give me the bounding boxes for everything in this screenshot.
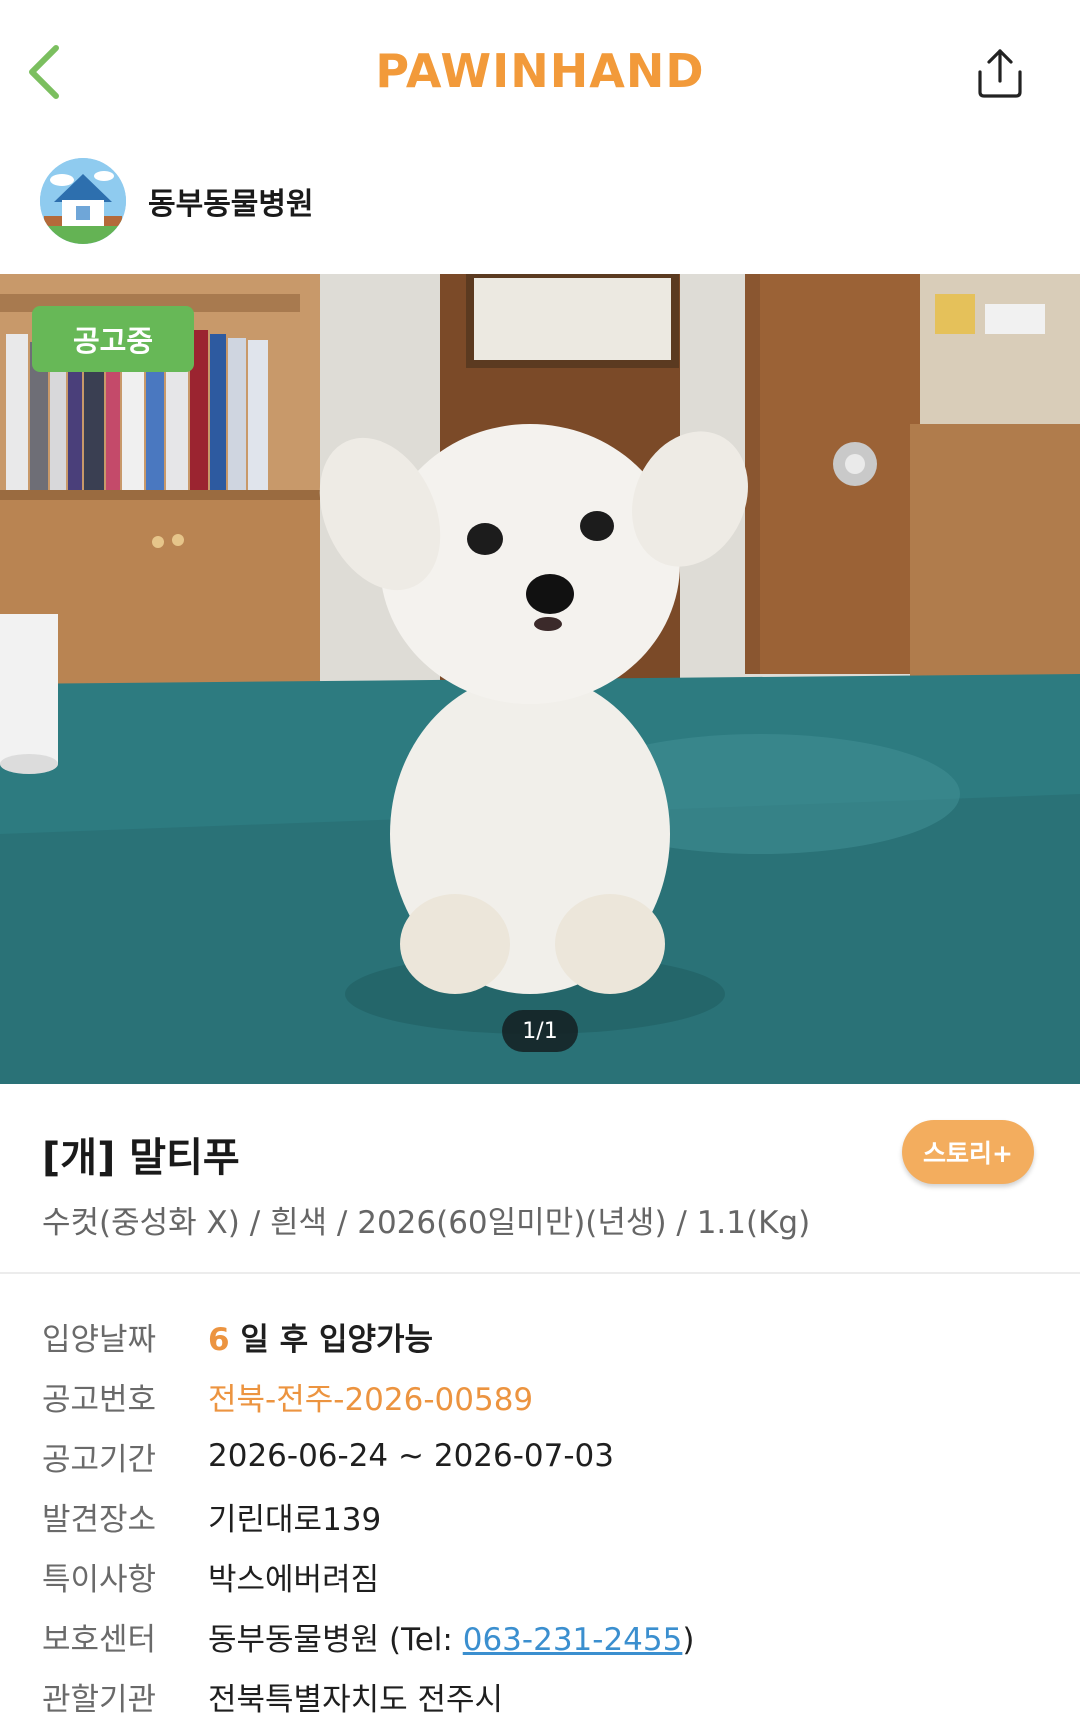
house-icon (40, 158, 126, 244)
info-row-special: 특이사항 박스에버려짐 (42, 1546, 1042, 1606)
shelter-header[interactable]: 동부동물병원 (40, 158, 314, 244)
info-row-notice-period: 공고기간 2026-06-24 ~ 2026-07-03 (42, 1426, 1042, 1486)
divider (0, 1272, 1080, 1274)
authority: 전북특별자치도 전주시 (208, 1681, 504, 1718)
info-row-found-place: 발견장소 기린대로139 (42, 1486, 1042, 1546)
status-badge: 공고중 (32, 306, 194, 372)
info-row-authority: 관할기관 전북특별자치도 전주시 (42, 1666, 1042, 1724)
avatar (40, 158, 126, 244)
phone-link[interactable]: 063-231-2455 (463, 1622, 683, 1658)
share-button[interactable] (968, 42, 1032, 106)
found-place: 기린대로139 (208, 1501, 382, 1538)
info-label: 공고번호 (42, 1381, 157, 1418)
animal-title: [개] 말티푸 (42, 1135, 240, 1181)
story-button[interactable]: 스토리+ (902, 1120, 1034, 1184)
info-row-notice-no: 공고번호 전북-전주-2026-00589 (42, 1366, 1042, 1426)
info-label: 공고기간 (42, 1441, 157, 1478)
info-row-adopt-date: 입양날짜 6 일 후 입양가능 (42, 1306, 1042, 1366)
info-label: 특이사항 (42, 1561, 157, 1598)
center-close: ) (682, 1621, 695, 1658)
info-value: 6 일 후 입양가능 (208, 1314, 433, 1359)
special-notes: 박스에버려짐 (208, 1561, 380, 1598)
adopt-days: 6 (208, 1321, 230, 1358)
info-list: 입양날짜 6 일 후 입양가능 공고번호 전북-전주-2026-00589 공고… (42, 1306, 1042, 1724)
info-label: 관할기관 (42, 1681, 157, 1718)
info-label: 발견장소 (42, 1501, 157, 1538)
center-name: 동부동물병원 (Tel: (208, 1621, 463, 1658)
adopt-suffix: 일 후 입양가능 (229, 1321, 434, 1358)
app-logo: PAWINHAND (375, 44, 705, 98)
shelter-name: 동부동물병원 (148, 187, 314, 222)
app-header: PAWINHAND (0, 0, 1080, 150)
share-icon (978, 49, 1022, 98)
animal-photo[interactable] (0, 274, 1080, 1084)
notice-number: 전북-전주-2026-00589 (208, 1381, 534, 1418)
notice-period: 2026-06-24 ~ 2026-07-03 (208, 1438, 614, 1474)
center-value: 동부동물병원 (Tel: 063-231-2455) (208, 1614, 694, 1659)
info-label: 보호센터 (42, 1621, 157, 1658)
info-label: 입양날짜 (42, 1321, 157, 1358)
info-row-center: 보호센터 동부동물병원 (Tel: 063-231-2455) (42, 1606, 1042, 1666)
image-counter: 1/1 (502, 1010, 578, 1052)
dog-photo-image (0, 274, 1080, 1084)
animal-summary: 수컷(중성화 X) / 흰색 / 2026(60일미만)(년생) / 1.1(K… (42, 1205, 811, 1241)
